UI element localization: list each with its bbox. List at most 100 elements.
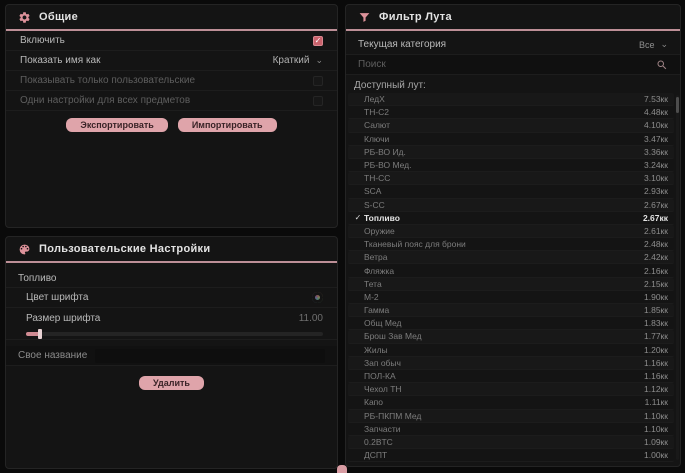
loot-item-name: ЛедХ	[364, 94, 644, 104]
loot-item-name: РБ-ВО Ид.	[364, 147, 644, 157]
same-settings-label: Одни настройки для всех предметов	[20, 95, 190, 106]
loot-item-row[interactable]: ДСПТ1.00кк	[348, 449, 674, 462]
search-input[interactable]	[358, 59, 656, 70]
loot-item-value: 3.47кк	[644, 134, 668, 144]
loot-item-row[interactable]: Гамма1.85кк	[348, 304, 674, 317]
loot-item-name: РБ-ВО Мед.	[364, 160, 644, 170]
loot-item-row[interactable]: Оружие2.61кк	[348, 225, 674, 238]
loot-item-row[interactable]: Тканевый пояс для брони2.48кк	[348, 238, 674, 251]
mod-settings-window: Общие Включить ✓ Показать имя как Кратки…	[0, 0, 685, 473]
loot-item-row[interactable]: 0.2BTC1.09кк	[348, 436, 674, 449]
loot-panel-title: Фильтр Лута	[379, 11, 452, 23]
slider-handle[interactable]	[38, 329, 42, 339]
loot-item-row[interactable]: Тета2.15кк	[348, 278, 674, 291]
category-value: Все	[639, 40, 655, 50]
loot-item-name: Тканевый пояс для брони	[364, 239, 644, 249]
loot-item-value: 2.16кк	[644, 266, 668, 276]
loot-item-row[interactable]: Общ Мед1.83кк	[348, 317, 674, 330]
loot-item-row[interactable]: ✓Топливо2.67кк	[348, 212, 674, 225]
enable-label: Включить	[20, 35, 65, 46]
loot-item-row[interactable]: Ветра2.42кк	[348, 251, 674, 264]
loot-item-row[interactable]: ТН-С24.48кк	[348, 106, 674, 119]
search-icon[interactable]	[656, 59, 668, 71]
font-size-label: Размер шрифта	[26, 313, 100, 324]
loot-item-name: SCA	[364, 186, 644, 196]
loot-filter-panel: Фильтр Лута Текущая категория Все ⌄ Дост…	[345, 4, 681, 467]
loot-item-value: 2.67кк	[644, 200, 668, 210]
custom-only-label: Показывать только пользовательские	[20, 75, 195, 86]
loot-item-row[interactable]: Капо1.11кк	[348, 396, 674, 409]
filter-funnel-icon	[358, 11, 371, 24]
loot-item-row[interactable]: Ключи3.47кк	[348, 133, 674, 146]
loot-item-value: 7.53кк	[644, 94, 668, 104]
loot-item-row[interactable]: Брош Зав Мед1.77кк	[348, 330, 674, 343]
general-buttons-row: Экспортировать Импортировать	[6, 118, 337, 132]
chevron-down-icon: ⌄	[660, 39, 668, 50]
font-size-value: 11.00	[299, 313, 323, 324]
loot-item-row[interactable]: Жилы1.20кк	[348, 344, 674, 357]
loot-item-name: Общ Мед	[364, 318, 644, 328]
loot-item-row[interactable]: SCA2.93кк	[348, 185, 674, 198]
font-size-slider-row	[6, 328, 337, 340]
loot-list-scrollbar[interactable]	[676, 95, 679, 460]
loot-item-row[interactable]: ПОЛ-КА1.16кк	[348, 370, 674, 383]
loot-item-row[interactable]: Чехол ТН1.12кк	[348, 383, 674, 396]
same-settings-checkbox[interactable]	[313, 96, 323, 106]
loot-item-value: 2.42кк	[644, 252, 668, 262]
name-mode-select[interactable]: Краткий ⌄	[273, 55, 323, 66]
loot-item-name: Капо	[364, 397, 645, 407]
loot-item-value: 4.10кк	[644, 120, 668, 130]
loot-item-row[interactable]: Фляжка2.16кк	[348, 264, 674, 277]
custom-settings-panel: Пользовательские Настройки Топливо Цвет …	[5, 236, 338, 469]
loot-item-name: ДСПТ	[364, 450, 644, 460]
font-color-row: Цвет шрифта	[6, 288, 337, 308]
loot-list-scrollbar-thumb[interactable]	[676, 97, 679, 113]
loot-item-row[interactable]: Зап обыч1.16кк	[348, 357, 674, 370]
loot-item-row[interactable]: Запчасти1.10кк	[348, 423, 674, 436]
general-panel: Общие Включить ✓ Показать имя как Кратки…	[5, 4, 338, 228]
custom-name-input[interactable]	[95, 349, 325, 363]
color-picker-icon[interactable]	[312, 292, 323, 303]
loot-item-row[interactable]: М-21.90кк	[348, 291, 674, 304]
loot-item-name: Фляжка	[364, 266, 644, 276]
loot-item-value: 2.15кк	[644, 279, 668, 289]
category-label: Текущая категория	[358, 39, 446, 50]
loot-item-value: 1.12кк	[644, 384, 668, 394]
export-button[interactable]: Экспортировать	[66, 118, 167, 132]
font-color-label: Цвет шрифта	[26, 292, 88, 303]
loot-item-name: Гамма	[364, 305, 644, 315]
setting-row-custom-only: Показывать только пользовательские	[6, 71, 337, 91]
loot-item-name: Зап обыч	[364, 358, 644, 368]
loot-item-value: 3.36кк	[644, 147, 668, 157]
custom-name-row: Свое название	[6, 346, 337, 366]
loot-item-value: 1.20кк	[644, 345, 668, 355]
loot-item-name: Чехол ТН	[364, 384, 644, 394]
loot-item-value: 1.90кк	[644, 292, 668, 302]
loot-item-value: 1.11кк	[645, 397, 668, 407]
loot-item-row[interactable]: ЛедХ7.53кк	[348, 93, 674, 106]
loot-item-row[interactable]: ТН-СС3.10кк	[348, 172, 674, 185]
custom-only-checkbox[interactable]	[313, 76, 323, 86]
delete-button[interactable]: Удалить	[139, 376, 204, 390]
font-size-slider[interactable]	[26, 332, 323, 336]
import-button[interactable]: Импортировать	[178, 118, 277, 132]
loot-item-row[interactable]: РБ-ПКПМ Мед1.10кк	[348, 410, 674, 423]
loot-item-row[interactable]: РБ-ВО Ид.3.36кк	[348, 146, 674, 159]
page-scrollbar-thumb[interactable]	[337, 465, 347, 473]
loot-panel-header: Фильтр Лута	[346, 5, 680, 31]
category-select[interactable]: Все ⌄	[639, 39, 668, 50]
enable-checkbox[interactable]: ✓	[313, 36, 323, 46]
loot-item-name: ТН-С2	[364, 107, 644, 117]
custom-name-label: Свое название	[18, 350, 87, 361]
check-icon: ✓	[352, 213, 364, 222]
loot-item-name: Салют	[364, 120, 644, 130]
loot-item-row[interactable]: РБ-ВО Мед.3.24кк	[348, 159, 674, 172]
loot-item-name: S-СС	[364, 200, 644, 210]
name-mode-value: Краткий	[273, 55, 310, 66]
loot-item-name: Ключи	[364, 134, 644, 144]
loot-item-row[interactable]: S-СС2.67кк	[348, 199, 674, 212]
loot-item-name: Ветра	[364, 252, 644, 262]
category-row: Текущая категория Все ⌄	[346, 35, 680, 55]
loot-item-row[interactable]: Салют4.10кк	[348, 119, 674, 132]
general-panel-header: Общие	[6, 5, 337, 31]
